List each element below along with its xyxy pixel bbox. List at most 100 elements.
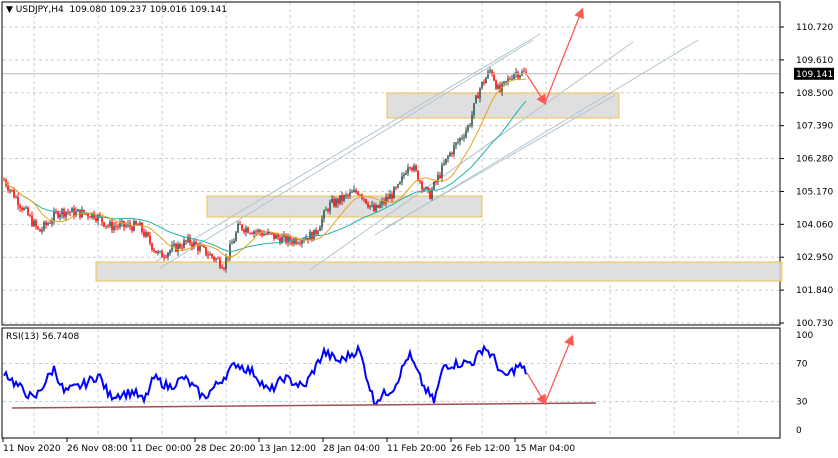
candle-body: [143, 231, 145, 237]
candle-body: [339, 195, 341, 204]
candle-body: [59, 214, 61, 218]
time-label: 26 Feb 12:00: [451, 444, 510, 454]
candle-body: [317, 231, 319, 234]
candle-body: [243, 229, 245, 233]
price-chart[interactable]: 110.720 109.610 108.500 107.390 106.280 105.1…: [0, 0, 838, 458]
candle-body: [255, 231, 257, 233]
candle-body: [377, 205, 379, 208]
candle-body: [389, 193, 391, 200]
candle-body: [371, 205, 373, 206]
candle-body: [219, 258, 221, 268]
candle-body: [423, 189, 425, 190]
price-tick-label: 106.280: [796, 155, 833, 165]
candle-body: [365, 199, 367, 204]
candle-body: [493, 74, 495, 81]
candle-body: [165, 257, 167, 258]
candle-body: [523, 71, 525, 73]
candle-body: [29, 215, 31, 216]
time-label: 11 Nov 2020: [3, 444, 61, 454]
candle-body: [199, 245, 201, 251]
candle-body: [135, 221, 137, 225]
candle-body: [175, 243, 177, 252]
candle-body: [333, 199, 335, 207]
candle-body: [185, 240, 187, 242]
triangle-down-icon[interactable]: ▼: [6, 5, 13, 15]
candle-body: [489, 70, 491, 72]
candle-body: [247, 227, 249, 234]
candle-body: [109, 221, 111, 226]
candle-body: [179, 244, 181, 248]
candle-body: [353, 190, 355, 193]
candle-body: [487, 71, 489, 78]
candle-body: [457, 141, 459, 143]
candle-body: [401, 176, 403, 182]
price-tick-label: 108.500: [796, 89, 833, 99]
candle-body: [465, 130, 467, 137]
candle-body: [325, 209, 327, 211]
candle-body: [419, 180, 421, 182]
candle-body: [273, 233, 275, 239]
candle-body: [265, 233, 267, 235]
candle-body: [57, 211, 59, 218]
candle-body: [467, 125, 469, 131]
candle-body: [63, 209, 65, 217]
candle-body: [319, 227, 321, 232]
candle-body: [393, 187, 395, 199]
chart-title: ▼ USDJPY,H4 109.080 109.237 109.016 109.…: [6, 5, 227, 15]
candle-body: [53, 211, 55, 221]
candle-body: [323, 210, 325, 219]
time-label: 26 Nov 08:00: [67, 444, 128, 454]
candle-body: [213, 256, 215, 260]
candle-body: [103, 222, 105, 227]
candle-body: [141, 222, 143, 232]
candle-body: [47, 223, 49, 225]
time-label: 11 Dec 00:00: [131, 444, 192, 454]
time-label: 28 Dec 20:00: [195, 444, 256, 454]
candle-body: [19, 205, 21, 208]
candle-body: [221, 267, 223, 269]
candle-body: [413, 165, 415, 171]
candle-body: [447, 156, 449, 159]
candle-body: [17, 197, 19, 206]
candle-body: [201, 245, 203, 247]
candle-body: [349, 192, 351, 196]
candle-body: [155, 250, 157, 254]
candle-body: [409, 167, 411, 169]
candle-body: [37, 226, 39, 229]
time-label: 15 Mar 04:00: [515, 444, 575, 454]
price-tick-label: 100.730: [796, 319, 833, 329]
candle-body: [291, 241, 293, 244]
candle-body: [415, 165, 417, 171]
candle-body: [119, 223, 121, 227]
candle-body: [195, 241, 197, 245]
candle-body: [403, 174, 405, 177]
candle-body: [497, 85, 499, 89]
candle-body: [45, 222, 47, 225]
candle-body: [235, 232, 237, 241]
candle-body: [315, 229, 317, 234]
rsi-support-line: [11, 402, 597, 409]
candle-body: [67, 212, 69, 214]
candle-body: [407, 167, 409, 174]
candle-body: [453, 145, 455, 155]
candle-body: [205, 247, 207, 256]
candle-body: [261, 232, 263, 236]
candle-body: [463, 136, 465, 138]
candle-body: [347, 194, 349, 196]
candle-body: [85, 213, 87, 215]
rsi-panel-frame: [1, 327, 781, 439]
candle-body: [455, 142, 457, 146]
candle-body: [161, 251, 163, 258]
candle-body: [473, 103, 475, 116]
candle-body: [223, 268, 225, 270]
candle-body: [391, 193, 393, 199]
candle-body: [9, 189, 11, 191]
candle-body: [245, 227, 247, 233]
candle-body: [495, 80, 497, 89]
rsi-tick-label: 100: [796, 331, 813, 341]
candle-body: [341, 195, 343, 201]
candle-body: [147, 232, 149, 237]
time-label: 28 Jan 04:00: [323, 444, 380, 454]
candle-body: [345, 194, 347, 196]
candle-body: [511, 78, 513, 80]
